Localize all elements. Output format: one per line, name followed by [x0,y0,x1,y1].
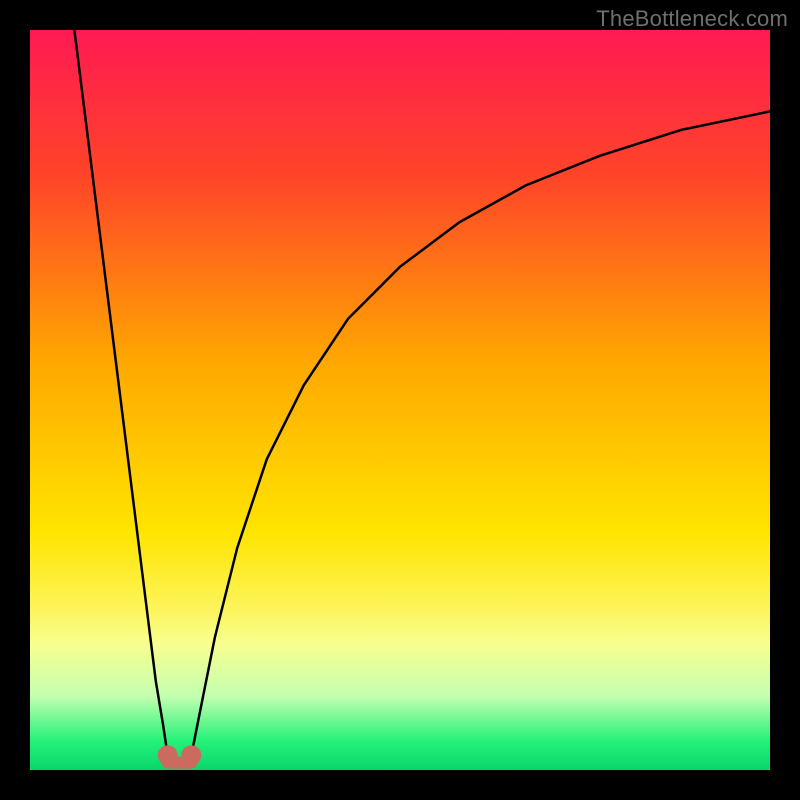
series-right-branch [191,111,770,755]
series-left-branch [74,30,167,755]
valley-marker [158,745,178,765]
chart-frame [30,30,770,770]
chart-svg [30,30,770,770]
valley-marker [181,745,201,765]
watermark-label: TheBottleneck.com [596,6,788,32]
